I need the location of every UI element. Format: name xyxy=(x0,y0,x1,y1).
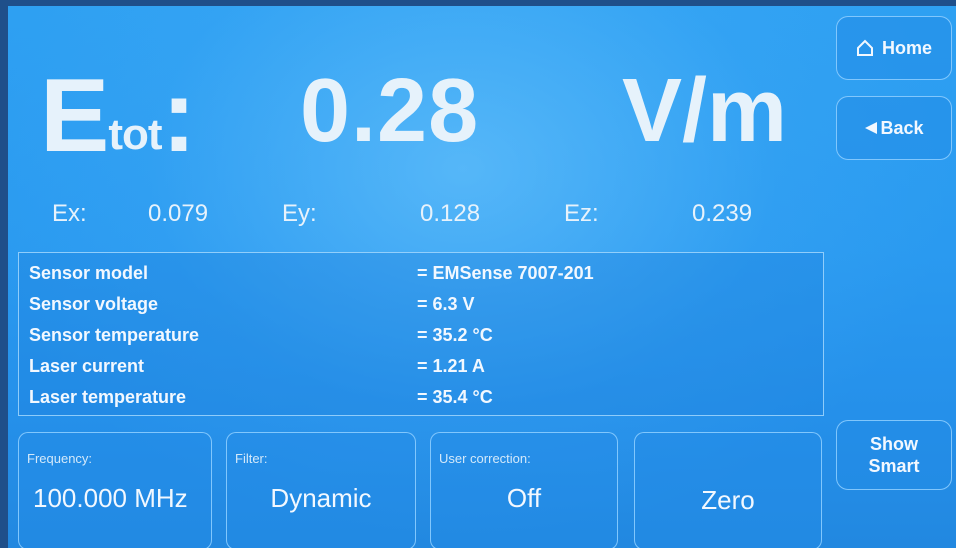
filter-button[interactable]: Filter: Dynamic xyxy=(226,432,416,548)
back-arrow-icon xyxy=(865,122,878,134)
etot-colon: : xyxy=(161,58,197,174)
home-button[interactable]: Home xyxy=(836,16,952,80)
zero-label: Zero xyxy=(701,485,755,515)
info-row: Laser current = 1.21 A xyxy=(29,352,809,382)
ez-label: Ez: xyxy=(564,200,599,227)
instrument-screen: Etot: 0.28 V/m Home Back Ex: 0.079 Ey: 0… xyxy=(8,6,956,548)
sensor-info-panel: Sensor model = EMSense 7007-201 Sensor v… xyxy=(18,252,824,416)
frequency-value: 100.000 MHz xyxy=(33,483,188,513)
ez-value: 0.239 xyxy=(692,200,753,227)
laser-current-value: = 1.21 A xyxy=(417,356,485,376)
zero-button[interactable]: Zero xyxy=(634,432,822,548)
filter-value: Dynamic xyxy=(270,483,372,513)
show-smart-label-line1: Show xyxy=(870,434,918,454)
etot-label: Etot: xyxy=(40,64,196,189)
info-row: Sensor model = EMSense 7007-201 xyxy=(29,259,809,289)
show-smart-label-line2: Smart xyxy=(868,456,920,476)
sensor-model-value: = EMSense 7007-201 xyxy=(417,263,594,283)
sensor-temperature-label: Sensor temperature xyxy=(29,325,200,345)
info-row: Sensor temperature = 35.2 °C xyxy=(29,321,809,351)
sensor-voltage-label: Sensor voltage xyxy=(29,294,159,314)
etot-unit: V/m xyxy=(622,61,788,161)
laser-current-label: Laser current xyxy=(29,356,145,376)
ex-label: Ex: xyxy=(52,200,87,227)
info-row: Sensor voltage = 6.3 V xyxy=(29,290,809,320)
etot-subscript: tot xyxy=(108,110,162,159)
ey-value: 0.128 xyxy=(420,200,481,227)
laser-temperature-value: = 35.4 °C xyxy=(417,387,493,407)
back-label: Back xyxy=(880,117,924,138)
sensor-temperature-value: = 35.2 °C xyxy=(417,325,493,345)
info-row: Laser temperature = 35.4 °C xyxy=(29,383,809,413)
etot-value: 0.28 xyxy=(300,61,480,161)
sensor-model-label: Sensor model xyxy=(29,263,149,283)
filter-caption: Filter: xyxy=(235,451,268,466)
user-correction-value: Off xyxy=(506,483,542,513)
home-icon xyxy=(856,39,873,56)
user-correction-button[interactable]: User correction: Off xyxy=(430,432,618,548)
show-smart-button[interactable]: Show Smart xyxy=(836,420,952,490)
user-correction-caption: User correction: xyxy=(439,451,531,466)
back-button[interactable]: Back xyxy=(836,96,952,160)
ey-label: Ey: xyxy=(282,200,317,227)
sensor-voltage-value: = 6.3 V xyxy=(417,294,475,314)
frequency-button[interactable]: Frequency: 100.000 MHz xyxy=(18,432,212,548)
laser-temperature-label: Laser temperature xyxy=(29,387,187,407)
etot-letter: E xyxy=(40,58,109,174)
home-label: Home xyxy=(881,37,932,58)
ex-value: 0.079 xyxy=(148,200,209,227)
frequency-caption: Frequency: xyxy=(27,451,93,466)
